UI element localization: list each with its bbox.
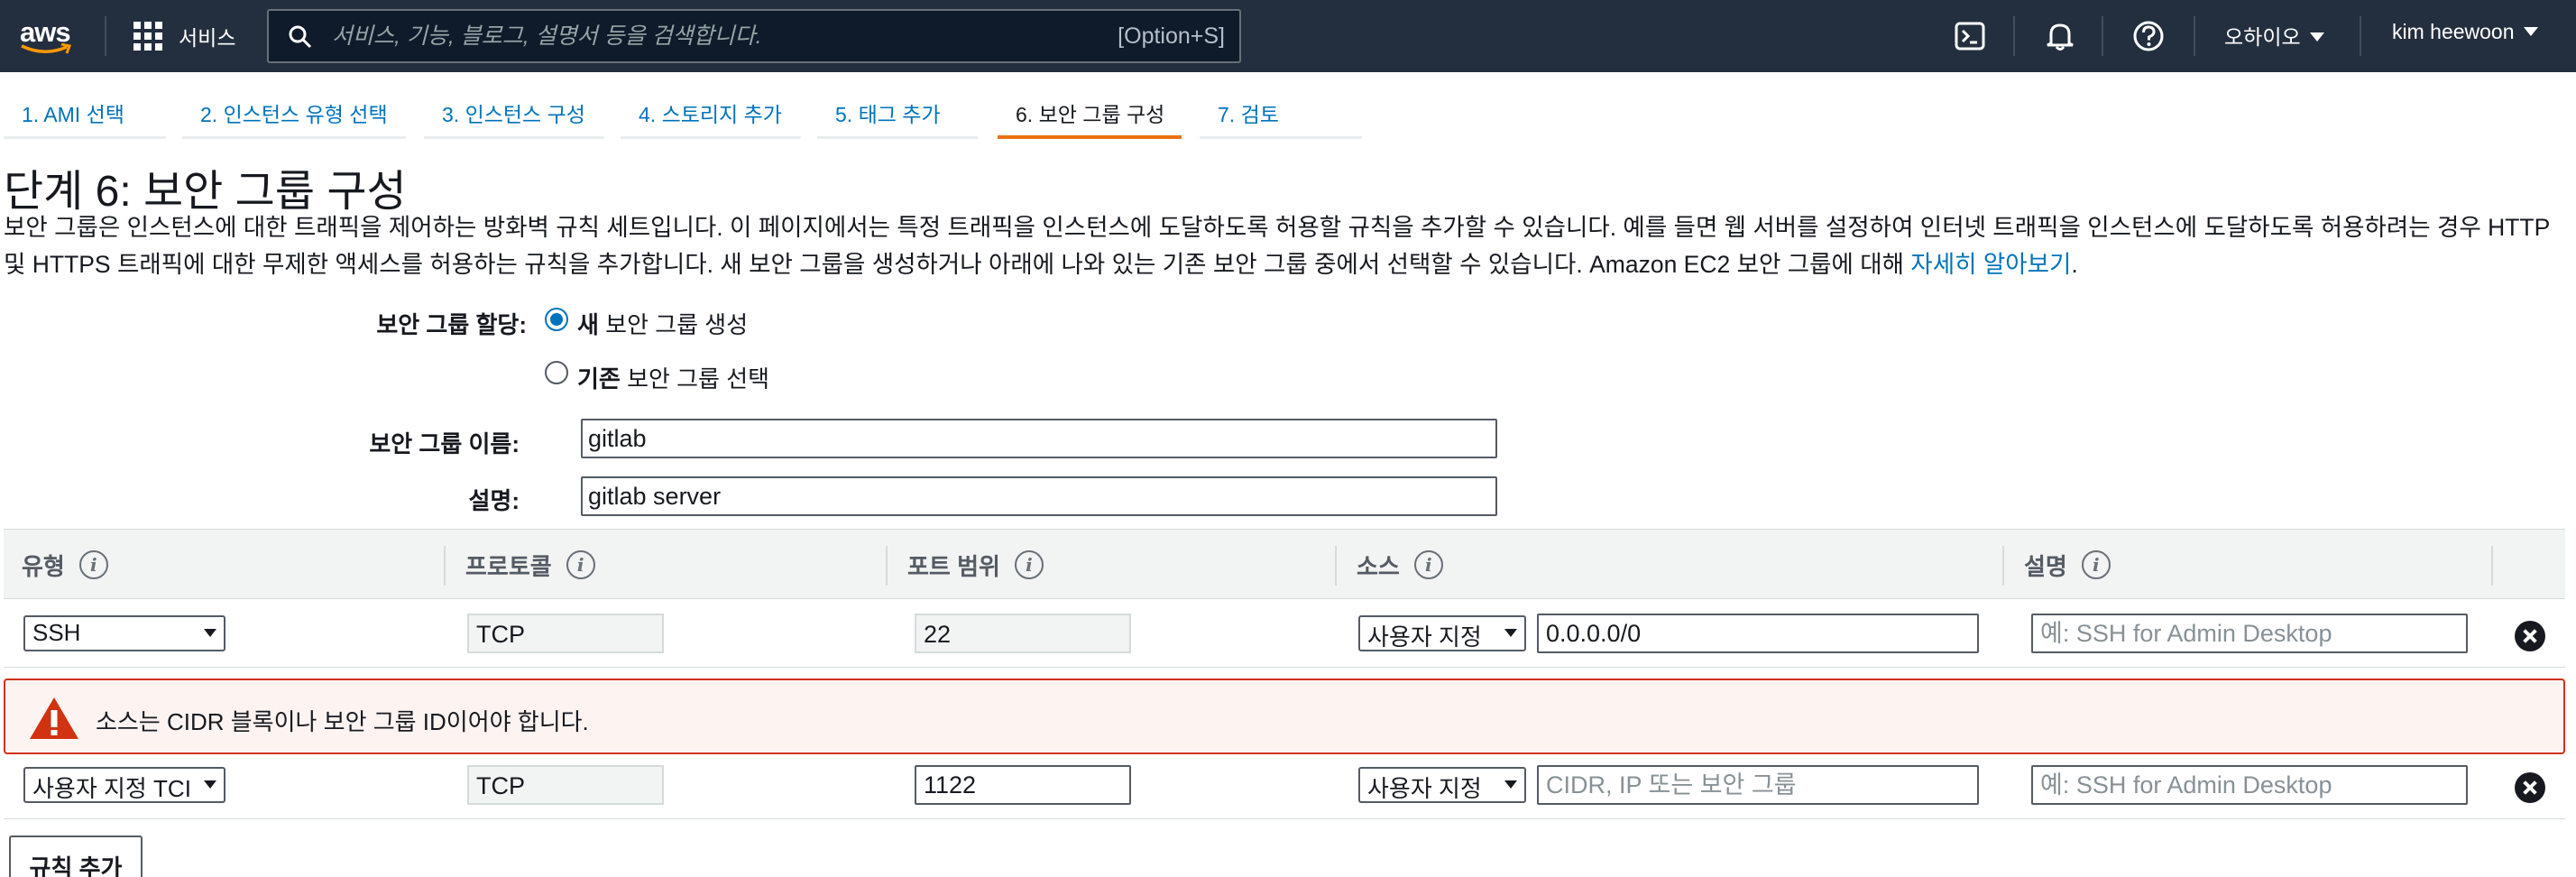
chevron-down-icon <box>204 629 216 637</box>
top-navigation-bar: aws 서비스 [Option+S] 오하이오 kim heewoon <box>0 0 2576 72</box>
sg-description-label: 설명: <box>468 487 520 514</box>
nav-divider <box>2013 16 2015 56</box>
column-header-type: 유형 i <box>4 530 108 600</box>
description-line-2: 및 HTTPS 트래픽에 대한 무제한 액세스를 허용하는 규칙을 추가합니다.… <box>4 251 2078 278</box>
nav-divider <box>2102 16 2103 56</box>
column-header-port-range: 포트 범위 i <box>889 530 1044 600</box>
protocol-field: TCP <box>467 765 664 805</box>
user-name: kim heewoon <box>2392 20 2515 43</box>
sg-name-input[interactable] <box>581 419 1497 458</box>
source-type-select[interactable]: 사용자 지정 <box>1358 767 1526 803</box>
source-type-select[interactable]: 사용자 지정 <box>1358 615 1526 651</box>
tab-step-4[interactable]: 4. 스토리지 추가 <box>621 87 801 139</box>
type-select[interactable]: SSH <box>23 615 225 651</box>
nav-divider <box>2194 16 2195 56</box>
select-existing-sg-label[interactable]: 기존 보안 그룹 선택 <box>577 361 769 394</box>
aws-smile-icon <box>21 43 72 54</box>
column-divider <box>444 546 446 586</box>
bell-icon[interactable] <box>2042 18 2078 54</box>
warning-icon <box>30 697 78 739</box>
chevron-down-icon <box>1504 629 1517 637</box>
grid-icon <box>133 22 162 51</box>
delete-rule-button[interactable] <box>2515 772 2545 803</box>
nav-divider <box>105 16 106 56</box>
select-existing-sg-radio[interactable] <box>545 361 568 384</box>
rules-table-header: 유형 i 프로토콜 i 포트 범위 i 소스 i 설명 i <box>4 529 2565 599</box>
services-label: 서비스 <box>179 26 236 50</box>
info-icon[interactable]: i <box>1014 550 1044 579</box>
source-input[interactable] <box>1537 614 1979 653</box>
chevron-down-icon <box>204 780 216 789</box>
account-menu[interactable]: kim heewoon <box>2392 20 2538 44</box>
services-menu-button[interactable]: 서비스 <box>133 20 235 52</box>
source-input[interactable] <box>1537 765 1979 805</box>
error-message: 소스는 CIDR 블록이나 보안 그룹 ID이어야 합니다. <box>96 708 589 735</box>
tab-step-1[interactable]: 1. AMI 선택 <box>4 87 166 139</box>
aws-logo[interactable]: aws <box>20 16 76 56</box>
column-divider <box>2002 546 2004 586</box>
caret-down-icon <box>2309 32 2324 42</box>
nav-divider <box>2360 16 2361 56</box>
region-label: 오하이오 <box>2224 25 2301 49</box>
chevron-down-icon <box>1504 780 1517 789</box>
search-shortcut-hint: [Option+S] <box>1118 23 1225 49</box>
create-new-sg-radio[interactable] <box>545 308 568 331</box>
rule-description-input[interactable] <box>2031 765 2468 805</box>
info-icon[interactable]: i <box>1413 550 1443 579</box>
protocol-field: TCP <box>467 614 664 653</box>
delete-rule-button[interactable] <box>2515 621 2545 651</box>
assign-security-group-label: 보안 그룹 할당: <box>376 311 527 338</box>
page-description: 보안 그룹은 인스턴스에 대한 트래픽을 제어하는 방화벽 규칙 세트입니다. … <box>4 209 2565 283</box>
port-range-field: 22 <box>915 614 1131 653</box>
column-divider <box>2491 546 2493 586</box>
region-selector[interactable]: 오하이오 <box>2224 20 2324 51</box>
tab-step-5[interactable]: 5. 태그 추가 <box>817 87 978 139</box>
learn-more-link[interactable]: 자세히 알아보기 <box>1910 251 2071 278</box>
column-divider <box>886 546 888 586</box>
search-box[interactable]: [Option+S] <box>267 9 1241 63</box>
sg-description-input[interactable] <box>581 476 1497 516</box>
tab-step-6[interactable]: 6. 보안 그룹 구성 <box>998 87 1182 139</box>
rule-description-input[interactable] <box>2031 614 2468 653</box>
type-select[interactable]: 사용자 지정 TCI <box>23 767 225 803</box>
validation-error-alert: 소스는 CIDR 블록이나 보안 그룹 ID이어야 합니다. <box>4 679 2565 754</box>
tab-step-2[interactable]: 2. 인스턴스 유형 선택 <box>182 87 406 139</box>
info-icon[interactable]: i <box>2081 550 2111 579</box>
column-header-protocol: 프로토콜 i <box>447 530 595 600</box>
tab-step-7[interactable]: 7. 검토 <box>1200 87 1362 139</box>
search-icon <box>289 25 312 49</box>
info-icon[interactable]: i <box>566 550 595 579</box>
column-divider <box>1335 546 1337 586</box>
wizard-steps: 1. AMI 선택 2. 인스턴스 유형 선택 3. 인스턴스 구성 4. 스토… <box>0 87 1371 139</box>
create-new-sg-label[interactable]: 새 보안 그룹 생성 <box>577 307 748 340</box>
description-line-1: 보안 그룹은 인스턴스에 대한 트래픽을 제어하는 방화벽 규칙 세트입니다. … <box>4 214 2551 241</box>
column-header-description: 설명 i <box>2006 530 2111 600</box>
column-header-source: 소스 i <box>1339 530 1443 600</box>
sg-name-label: 보안 그룹 이름: <box>369 430 520 457</box>
add-rule-button[interactable]: 규칙 추가 <box>9 835 143 877</box>
port-range-input[interactable] <box>915 765 1131 805</box>
info-icon[interactable]: i <box>78 550 108 579</box>
tab-step-3[interactable]: 3. 인스턴스 구성 <box>424 87 604 139</box>
cloudshell-icon[interactable] <box>1952 18 1988 54</box>
caret-down-icon <box>2523 26 2538 36</box>
help-icon[interactable] <box>2130 18 2167 54</box>
search-input[interactable] <box>332 18 1053 54</box>
